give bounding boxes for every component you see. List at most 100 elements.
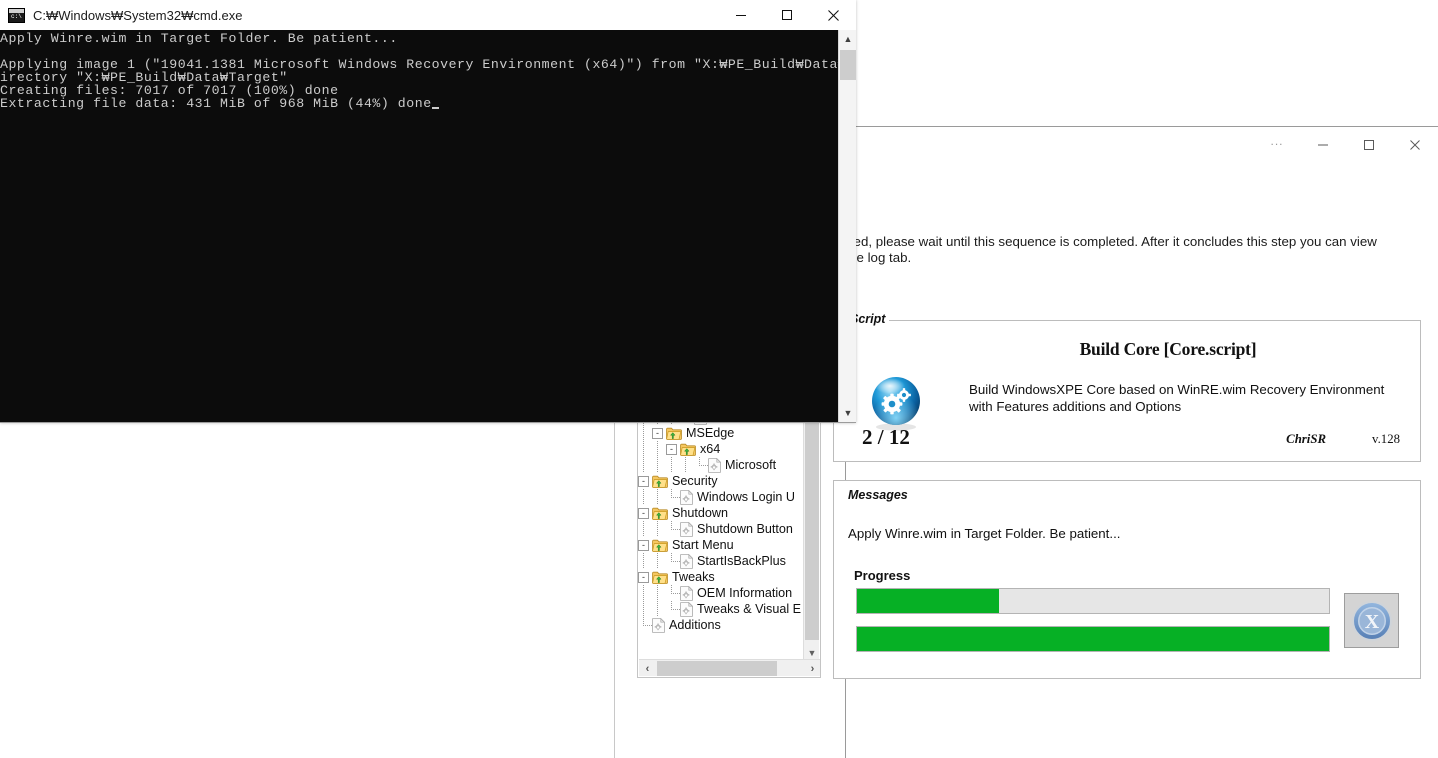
script-file-icon <box>652 617 666 633</box>
folder-icon <box>652 539 668 552</box>
tree-expander-icon[interactable]: - <box>638 539 649 551</box>
progress-bar-primary-fill <box>857 589 999 613</box>
console-icon <box>8 7 25 23</box>
tree-item-label: MSEdge <box>686 426 735 440</box>
tree-guide-line <box>638 425 652 441</box>
scroll-up-icon[interactable]: ▲ <box>839 30 857 48</box>
status-message: Apply Winre.wim in Target Folder. Be pat… <box>848 526 1121 541</box>
tree-guide-line <box>652 601 666 617</box>
tree-item-label: StartIsBackPlus <box>697 554 786 568</box>
chevron-right-icon[interactable]: › <box>804 660 820 677</box>
tree-expander-icon[interactable]: - <box>666 443 677 455</box>
cancel-button[interactable]: X <box>1344 593 1399 648</box>
tree-item-label: Tweaks <box>672 570 715 584</box>
tree-connector-icon <box>666 553 680 569</box>
tree-guide-line <box>652 441 666 457</box>
tree-expander-icon[interactable]: - <box>638 507 649 519</box>
tree-item[interactable]: Microsoft <box>638 457 804 473</box>
tree-item[interactable]: Shutdown Button <box>638 521 804 537</box>
cmd-maximize-button[interactable] <box>764 0 810 30</box>
tree-guide-line <box>652 585 666 601</box>
tree-guide-line <box>638 585 652 601</box>
tree-item-label: Start Menu <box>672 538 734 552</box>
tree-item[interactable]: Windows Login U <box>638 489 804 505</box>
tree-horizontal-scrollbar[interactable]: ‹ › <box>639 659 820 677</box>
messages-groupbox-legend: Messages <box>848 488 908 502</box>
tree-expander-icon[interactable]: - <box>652 427 663 439</box>
script-tree-panel[interactable]: -DirectXDirectX-MSEdge-x64Microsoft-Secu… <box>637 400 821 678</box>
script-groupbox: Script Build Core [Core.script] Build Wi… <box>833 312 1421 462</box>
more-options-icon[interactable]: ... <box>1254 129 1300 161</box>
app-maximize-button[interactable] <box>1346 129 1392 161</box>
tree-guide-line <box>680 457 694 473</box>
tree-item[interactable]: - Tweaks <box>638 569 804 585</box>
tree-vertical-scrollbar[interactable]: ▼ <box>803 402 819 661</box>
folder-icon <box>652 571 668 584</box>
screen: ... … processed, please wait until this … <box>0 0 1438 758</box>
tree-guide-line <box>638 601 652 617</box>
cmd-console-output: Apply Winre.wim in Target Folder. Be pat… <box>0 32 838 111</box>
script-author: ChriSR <box>1286 432 1326 446</box>
tree-guide-line <box>638 553 652 569</box>
progress-label: Progress <box>854 568 911 583</box>
progress-bar-primary <box>856 588 1330 614</box>
chevron-left-icon[interactable]: ‹ <box>639 660 656 677</box>
script-tree-list[interactable]: -DirectXDirectX-MSEdge-x64Microsoft-Secu… <box>638 401 804 653</box>
tree-expander-icon[interactable]: - <box>638 571 649 583</box>
script-file-icon <box>680 521 694 537</box>
tree-connector-icon <box>666 521 680 537</box>
tree-item-label: x64 <box>700 442 721 456</box>
tree-vscroll-thumb[interactable] <box>805 402 819 640</box>
tree-guide-line <box>638 457 652 473</box>
tree-item-label: Shutdown <box>672 506 729 520</box>
cmd-minimize-button[interactable] <box>718 0 764 30</box>
tree-item[interactable]: - Shutdown <box>638 505 804 521</box>
tree-connector-icon <box>638 617 652 633</box>
tree-guide-line <box>652 553 666 569</box>
script-file-icon <box>680 585 694 601</box>
cmd-vertical-scrollbar[interactable]: ▲ ▼ <box>838 30 856 422</box>
tree-connector-icon <box>666 585 680 601</box>
tree-item[interactable]: Tweaks & Visual E <box>638 601 804 617</box>
cmd-console-window: C:₩Windows₩System32₩cmd.exe Apply Winre.… <box>0 0 856 423</box>
tree-item[interactable]: - Security <box>638 473 804 489</box>
cmd-window-controls <box>718 0 856 30</box>
messages-groupbox: Messages Apply Winre.wim in Target Folde… <box>833 480 1421 679</box>
tree-hscroll-thumb[interactable] <box>657 661 777 676</box>
tree-item[interactable]: StartIsBackPlus <box>638 553 804 569</box>
tree-item-label: Microsoft <box>725 458 777 472</box>
tree-guide-line <box>652 521 666 537</box>
tree-expander-icon[interactable]: - <box>638 475 649 487</box>
tree-item-label: Security <box>672 474 718 488</box>
tree-item[interactable]: - Start Menu <box>638 537 804 553</box>
app-minimize-button[interactable] <box>1300 129 1346 161</box>
status-notice-text: … processed, please wait until this sequ… <box>790 234 1377 265</box>
scroll-down-icon[interactable]: ▼ <box>839 404 857 422</box>
folder-icon <box>680 443 696 456</box>
cmd-output-line: Extracting file data: 431 MiB of 968 MiB… <box>0 97 838 111</box>
tree-item-label: Tweaks & Visual E <box>697 602 802 616</box>
tree-guide-line <box>638 489 652 505</box>
tree-item[interactable]: OEM Information <box>638 585 804 601</box>
tree-guide-line <box>652 489 666 505</box>
folder-icon <box>652 475 668 488</box>
cmd-output-line: Apply Winre.wim in Target Folder. Be pat… <box>0 32 398 46</box>
app-titlebar: ... <box>845 127 1438 163</box>
tree-guide-line <box>638 521 652 537</box>
cmd-close-button[interactable] <box>810 0 856 30</box>
tree-item[interactable]: - MSEdge <box>638 425 804 441</box>
script-version: v.128 <box>1372 432 1400 446</box>
tree-item[interactable]: - x64 <box>638 441 804 457</box>
progress-bar-secondary <box>856 626 1330 652</box>
tree-item[interactable]: Additions <box>638 617 804 633</box>
cmd-titlebar[interactable]: C:₩Windows₩System32₩cmd.exe <box>0 0 856 30</box>
tree-guide-line <box>638 441 652 457</box>
tree-connector-icon <box>666 601 680 617</box>
tree-connector-icon <box>694 457 708 473</box>
app-close-button[interactable] <box>1392 129 1438 161</box>
cmd-scroll-thumb[interactable] <box>840 50 856 80</box>
folder-icon <box>652 507 668 520</box>
cancel-x-icon: X <box>1350 599 1393 642</box>
cmd-console-body[interactable]: Apply Winre.wim in Target Folder. Be pat… <box>0 30 856 422</box>
gears-sphere-icon <box>866 373 926 433</box>
